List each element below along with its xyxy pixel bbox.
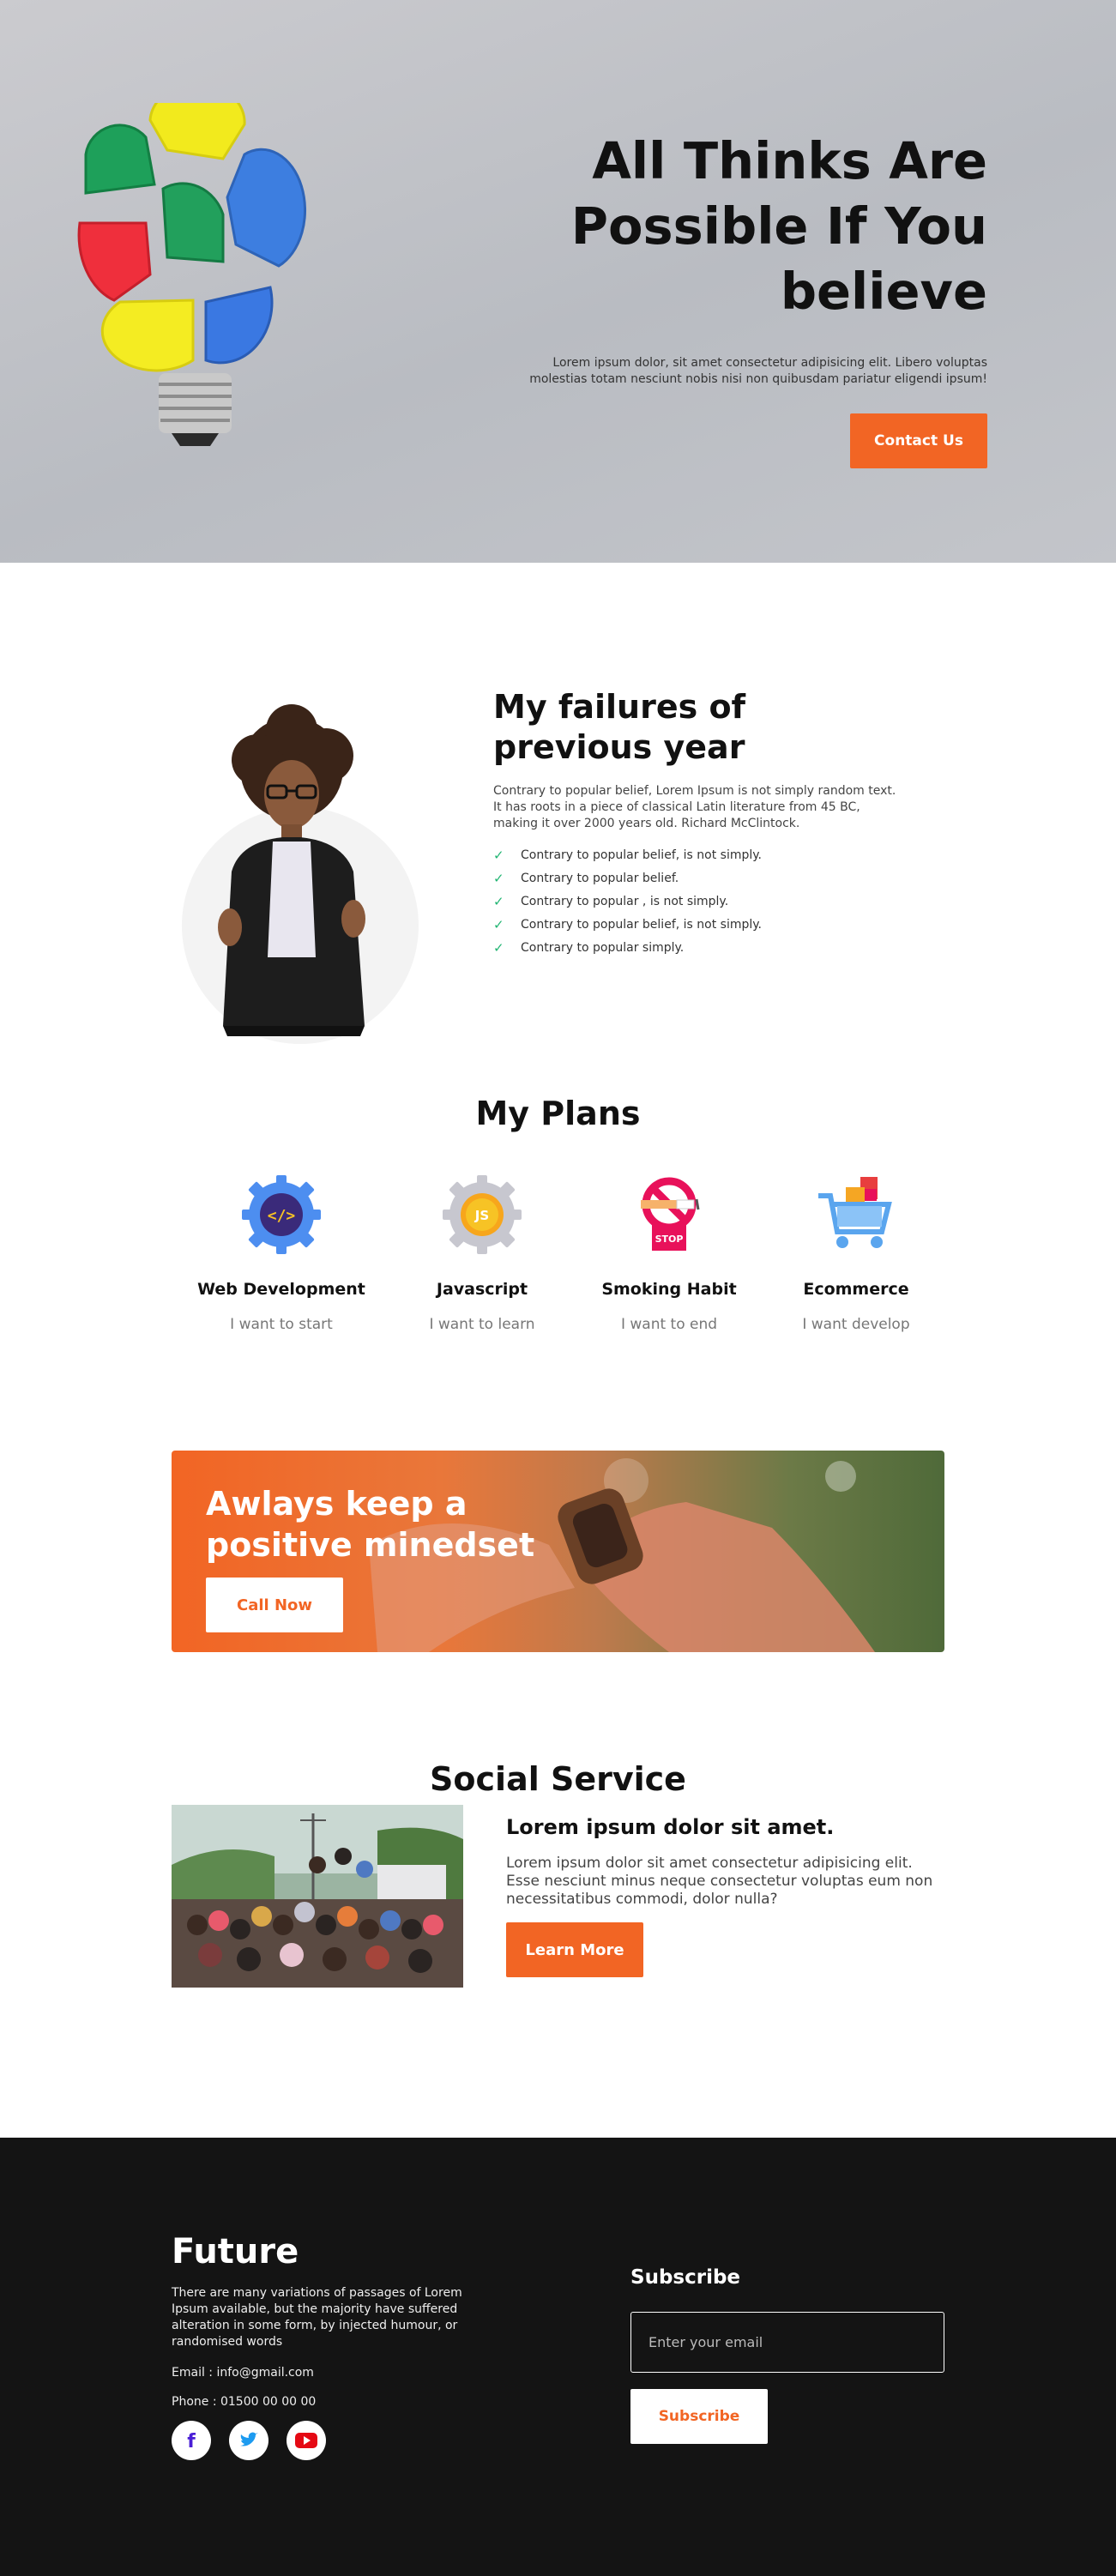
avatar-image	[172, 700, 429, 1044]
twitter-icon[interactable]	[229, 2421, 268, 2460]
check-icon: ✓	[493, 848, 504, 863]
social-service-heading: Lorem ipsum dolor sit amet.	[506, 1815, 835, 1839]
list-item: ✓ Contrary to popular belief, is not simp…	[493, 917, 896, 933]
plan-subtitle: I want to learn	[429, 1316, 535, 1333]
social-service-description: Lorem ipsum dolor sit amet consectetur a…	[506, 1855, 933, 1908]
plan-subtitle: I want to start	[230, 1316, 333, 1333]
list-item-text: Contrary to popular , is not simply.	[521, 895, 729, 908]
plan-card-smoking-habit: STOP Smoking Habit I want to end	[575, 1172, 763, 1333]
no-smoking-icon: STOP	[641, 1177, 700, 1251]
plan-name: Web Development	[197, 1280, 365, 1299]
cta-banner: Awlays keep a positive minedset Call Now	[172, 1451, 944, 1652]
plan-name: Ecommerce	[803, 1280, 909, 1299]
svg-text:</>: </>	[268, 1207, 296, 1225]
social-links: f	[172, 2421, 480, 2460]
social-service-section: Social Service Lorem ipsum dolor sit ame…	[0, 1652, 1116, 2138]
plan-name: Javascript	[436, 1280, 528, 1299]
js-label: JS	[474, 1208, 489, 1223]
plan-card-web-development: </> Web Development I want to start	[187, 1172, 376, 1333]
shopping-cart-icon	[818, 1177, 892, 1248]
plan-card-ecommerce: Ecommerce I want develop	[762, 1172, 950, 1333]
plan-card-javascript: JS Javascript I want to learn	[388, 1172, 576, 1333]
footer-subscribe: Subscribe Subscribe	[630, 2266, 944, 2444]
list-item-text: Contrary to popular belief, is not simpl…	[521, 918, 762, 932]
cta-title: Awlays keep a positive minedset	[206, 1485, 535, 1564]
social-service-title: Social Service	[430, 1760, 686, 1798]
plan-subtitle: I want develop	[802, 1316, 910, 1333]
code-gear-icon: </>	[242, 1175, 321, 1254]
list-item: ✓ Contrary to popular simply.	[493, 940, 896, 956]
social-service-photo	[172, 1805, 463, 1988]
hero-title: All Thinks Are Possible If You believe	[570, 131, 987, 321]
failures-section: My failures of previous year Contrary to…	[0, 563, 1116, 1069]
footer-phone: Phone : 01500 00 00 00	[172, 2395, 317, 2409]
footer-description: There are many variations of passages of…	[172, 2286, 462, 2349]
failures-content: My failures of previous year Contrary to…	[493, 687, 896, 963]
plan-subtitle: I want to end	[620, 1316, 718, 1333]
list-item: ✓ Contrary to popular belief.	[493, 871, 896, 887]
subscribe-button[interactable]: Subscribe	[630, 2389, 768, 2444]
footer-email: Email : info@gmail.com	[172, 2366, 314, 2380]
plans-section: My Plans </> Web Development I want to s…	[0, 1069, 1116, 1451]
footer-brand: Future	[172, 2232, 299, 2271]
failures-description: Contrary to popular belief, Lorem Ipsum …	[493, 784, 896, 830]
email-input[interactable]	[630, 2312, 944, 2373]
call-now-button[interactable]: Call Now	[206, 1578, 343, 1632]
check-icon: ✓	[493, 871, 504, 886]
youtube-icon[interactable]	[287, 2421, 326, 2460]
footer: Future There are many variations of pass…	[0, 2138, 1116, 2576]
facebook-icon[interactable]: f	[172, 2421, 211, 2460]
hero-section: All Thinks Are Possible If You believe L…	[0, 0, 1116, 563]
hero-text: All Thinks Are Possible If You believe L…	[507, 129, 987, 468]
social-service-content: Lorem ipsum dolor sit amet. Lorem ipsum …	[506, 1815, 944, 1977]
failures-list: ✓ Contrary to popular belief, is not simp…	[493, 848, 896, 956]
list-item-text: Contrary to popular belief, is not simpl…	[521, 848, 762, 862]
check-icon: ✓	[493, 940, 504, 956]
list-item-text: Contrary to popular simply.	[521, 941, 685, 955]
contact-us-button[interactable]: Contact Us	[850, 413, 987, 468]
check-icon: ✓	[493, 894, 504, 909]
hero-description: Lorem ipsum dolor, sit amet consectetur …	[529, 356, 987, 386]
footer-about: Future There are many variations of pass…	[172, 2232, 480, 2460]
lightbulb-image	[77, 103, 307, 446]
failures-title: My failures of previous year	[493, 688, 746, 766]
woman-illustration	[218, 704, 365, 1036]
learn-more-button[interactable]: Learn More	[506, 1922, 643, 1977]
check-icon: ✓	[493, 917, 504, 932]
subscribe-title: Subscribe	[630, 2266, 741, 2289]
js-gear-icon: JS	[443, 1175, 522, 1254]
list-item-text: Contrary to popular belief.	[521, 872, 679, 885]
stop-label: STOP	[655, 1234, 684, 1245]
svg-text:f: f	[187, 2431, 196, 2450]
list-item: ✓ Contrary to popular , is not simply.	[493, 894, 896, 910]
plan-name: Smoking Habit	[601, 1280, 737, 1299]
plans-title: My Plans	[475, 1095, 641, 1132]
list-item: ✓ Contrary to popular belief, is not simp…	[493, 848, 896, 864]
